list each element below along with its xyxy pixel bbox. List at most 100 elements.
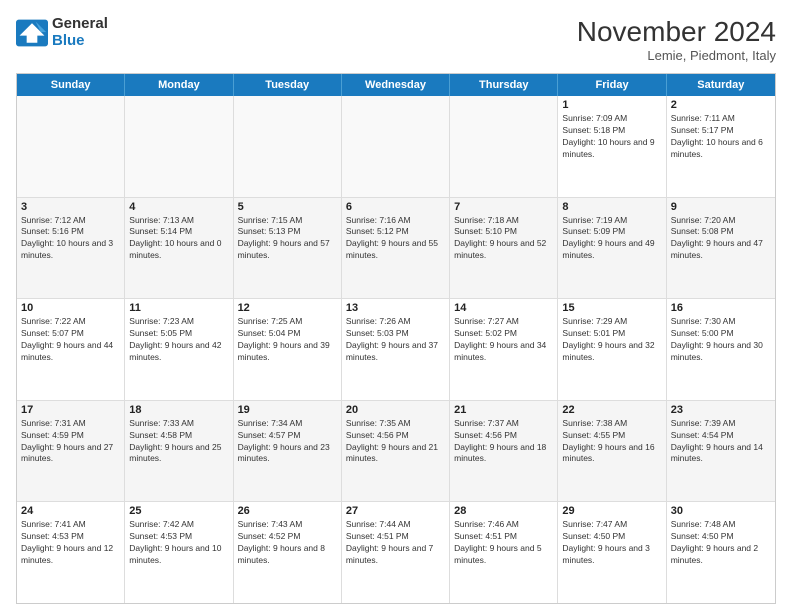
cell-info: Sunrise: 7:27 AM Sunset: 5:02 PM Dayligh… — [454, 316, 553, 364]
day-number: 22 — [562, 404, 661, 416]
calendar-cell: 5 Sunrise: 7:15 AM Sunset: 5:13 PM Daylig… — [234, 198, 342, 299]
day-number: 9 — [671, 201, 771, 213]
calendar-cell: 28 Sunrise: 7:46 AM Sunset: 4:51 PM Dayli… — [450, 502, 558, 603]
logo-text: General Blue — [52, 16, 108, 49]
cell-info: Sunrise: 7:41 AM Sunset: 4:53 PM Dayligh… — [21, 519, 120, 567]
logo-icon — [16, 19, 48, 47]
cell-info: Sunrise: 7:43 AM Sunset: 4:52 PM Dayligh… — [238, 519, 337, 567]
day-number: 24 — [21, 505, 120, 517]
title-area: November 2024 Lemie, Piedmont, Italy — [577, 16, 776, 63]
cell-info: Sunrise: 7:12 AM Sunset: 5:16 PM Dayligh… — [21, 215, 120, 263]
calendar-cell: 9Sunrise: 7:20 AM Sunset: 5:08 PM Daylig… — [667, 198, 775, 299]
cell-info: Sunrise: 7:44 AM Sunset: 4:51 PM Dayligh… — [346, 519, 445, 567]
calendar: SundayMondayTuesdayWednesdayThursdayFrid… — [16, 73, 776, 604]
calendar-cell: 13 Sunrise: 7:26 AM Sunset: 5:03 PM Dayli… — [342, 299, 450, 400]
weekday-header: Wednesday — [342, 74, 450, 96]
calendar-cell — [450, 96, 558, 197]
day-number: 14 — [454, 302, 553, 314]
calendar-cell: 4 Sunrise: 7:13 AM Sunset: 5:14 PM Daylig… — [125, 198, 233, 299]
calendar-cell: 6Sunrise: 7:16 AM Sunset: 5:12 PM Daylig… — [342, 198, 450, 299]
calendar-cell: 15 Sunrise: 7:29 AM Sunset: 5:01 PM Dayli… — [558, 299, 666, 400]
calendar-cell: 7Sunrise: 7:18 AM Sunset: 5:10 PM Daylig… — [450, 198, 558, 299]
calendar-row: 1Sunrise: 7:09 AM Sunset: 5:18 PM Daylig… — [17, 96, 775, 198]
cell-info: Sunrise: 7:13 AM Sunset: 5:14 PM Dayligh… — [129, 215, 228, 263]
day-number: 16 — [671, 302, 771, 314]
weekday-header: Saturday — [667, 74, 775, 96]
calendar-cell: 8 Sunrise: 7:19 AM Sunset: 5:09 PM Daylig… — [558, 198, 666, 299]
day-number: 12 — [238, 302, 337, 314]
calendar-cell: 10Sunrise: 7:22 AM Sunset: 5:07 PM Dayli… — [17, 299, 125, 400]
cell-info: Sunrise: 7:39 AM Sunset: 4:54 PM Dayligh… — [671, 418, 771, 466]
weekday-header: Sunday — [17, 74, 125, 96]
cell-info: Sunrise: 7:38 AM Sunset: 4:55 PM Dayligh… — [562, 418, 661, 466]
cell-info: Sunrise: 7:34 AM Sunset: 4:57 PM Dayligh… — [238, 418, 337, 466]
day-number: 30 — [671, 505, 771, 517]
calendar-cell: 16 Sunrise: 7:30 AM Sunset: 5:00 PM Dayli… — [667, 299, 775, 400]
day-number: 23 — [671, 404, 771, 416]
cell-info: Sunrise: 7:09 AM Sunset: 5:18 PM Dayligh… — [562, 113, 661, 161]
day-number: 27 — [346, 505, 445, 517]
day-number: 15 — [562, 302, 661, 314]
cell-info: Sunrise: 7:48 AM Sunset: 4:50 PM Dayligh… — [671, 519, 771, 567]
day-number: 29 — [562, 505, 661, 517]
calendar-cell: 19 Sunrise: 7:34 AM Sunset: 4:57 PM Dayli… — [234, 401, 342, 502]
cell-info: Sunrise: 7:35 AM Sunset: 4:56 PM Dayligh… — [346, 418, 445, 466]
location: Lemie, Piedmont, Italy — [577, 48, 776, 63]
day-number: 17 — [21, 404, 120, 416]
cell-info: Sunrise: 7:18 AM Sunset: 5:10 PM Dayligh… — [454, 215, 553, 263]
day-number: 5 — [238, 201, 337, 213]
logo: General Blue — [16, 16, 108, 49]
cell-info: Sunrise: 7:42 AM Sunset: 4:53 PM Dayligh… — [129, 519, 228, 567]
day-number: 19 — [238, 404, 337, 416]
day-number: 6 — [346, 201, 445, 213]
calendar-cell — [342, 96, 450, 197]
day-number: 8 — [562, 201, 661, 213]
weekday-header: Friday — [558, 74, 666, 96]
calendar-row: 10Sunrise: 7:22 AM Sunset: 5:07 PM Dayli… — [17, 299, 775, 401]
calendar-cell: 26Sunrise: 7:43 AM Sunset: 4:52 PM Dayli… — [234, 502, 342, 603]
day-number: 11 — [129, 302, 228, 314]
calendar-row: 17 Sunrise: 7:31 AM Sunset: 4:59 PM Dayli… — [17, 401, 775, 503]
day-number: 2 — [671, 99, 771, 111]
day-number: 18 — [129, 404, 228, 416]
calendar-cell: 2Sunrise: 7:11 AM Sunset: 5:17 PM Daylig… — [667, 96, 775, 197]
cell-info: Sunrise: 7:46 AM Sunset: 4:51 PM Dayligh… — [454, 519, 553, 567]
calendar-body: 1Sunrise: 7:09 AM Sunset: 5:18 PM Daylig… — [17, 96, 775, 603]
calendar-cell — [17, 96, 125, 197]
cell-info: Sunrise: 7:23 AM Sunset: 5:05 PM Dayligh… — [129, 316, 228, 364]
cell-info: Sunrise: 7:19 AM Sunset: 5:09 PM Dayligh… — [562, 215, 661, 263]
calendar-cell: 30 Sunrise: 7:48 AM Sunset: 4:50 PM Dayli… — [667, 502, 775, 603]
cell-info: Sunrise: 7:25 AM Sunset: 5:04 PM Dayligh… — [238, 316, 337, 364]
calendar-row: 3 Sunrise: 7:12 AM Sunset: 5:16 PM Daylig… — [17, 198, 775, 300]
calendar-cell: 20Sunrise: 7:35 AM Sunset: 4:56 PM Dayli… — [342, 401, 450, 502]
cell-info: Sunrise: 7:37 AM Sunset: 4:56 PM Dayligh… — [454, 418, 553, 466]
day-number: 13 — [346, 302, 445, 314]
calendar-cell: 14 Sunrise: 7:27 AM Sunset: 5:02 PM Dayli… — [450, 299, 558, 400]
calendar-cell: 24 Sunrise: 7:41 AM Sunset: 4:53 PM Dayli… — [17, 502, 125, 603]
cell-info: Sunrise: 7:26 AM Sunset: 5:03 PM Dayligh… — [346, 316, 445, 364]
calendar-cell: 18 Sunrise: 7:33 AM Sunset: 4:58 PM Dayli… — [125, 401, 233, 502]
day-number: 21 — [454, 404, 553, 416]
day-number: 4 — [129, 201, 228, 213]
calendar-cell: 11 Sunrise: 7:23 AM Sunset: 5:05 PM Dayli… — [125, 299, 233, 400]
cell-info: Sunrise: 7:33 AM Sunset: 4:58 PM Dayligh… — [129, 418, 228, 466]
day-number: 3 — [21, 201, 120, 213]
weekday-header: Monday — [125, 74, 233, 96]
calendar-cell: 12 Sunrise: 7:25 AM Sunset: 5:04 PM Dayli… — [234, 299, 342, 400]
cell-info: Sunrise: 7:30 AM Sunset: 5:00 PM Dayligh… — [671, 316, 771, 364]
calendar-cell: 22 Sunrise: 7:38 AM Sunset: 4:55 PM Dayli… — [558, 401, 666, 502]
calendar-cell — [125, 96, 233, 197]
calendar-cell: 17 Sunrise: 7:31 AM Sunset: 4:59 PM Dayli… — [17, 401, 125, 502]
calendar-cell: 1Sunrise: 7:09 AM Sunset: 5:18 PM Daylig… — [558, 96, 666, 197]
cell-info: Sunrise: 7:31 AM Sunset: 4:59 PM Dayligh… — [21, 418, 120, 466]
cell-info: Sunrise: 7:22 AM Sunset: 5:07 PM Dayligh… — [21, 316, 120, 364]
day-number: 25 — [129, 505, 228, 517]
calendar-cell: 25 Sunrise: 7:42 AM Sunset: 4:53 PM Dayli… — [125, 502, 233, 603]
cell-info: Sunrise: 7:29 AM Sunset: 5:01 PM Dayligh… — [562, 316, 661, 364]
day-number: 28 — [454, 505, 553, 517]
calendar-cell: 23 Sunrise: 7:39 AM Sunset: 4:54 PM Dayli… — [667, 401, 775, 502]
cell-info: Sunrise: 7:47 AM Sunset: 4:50 PM Dayligh… — [562, 519, 661, 567]
cell-info: Sunrise: 7:15 AM Sunset: 5:13 PM Dayligh… — [238, 215, 337, 263]
page-header: General Blue November 2024 Lemie, Piedmo… — [16, 16, 776, 63]
month-title: November 2024 — [577, 16, 776, 48]
